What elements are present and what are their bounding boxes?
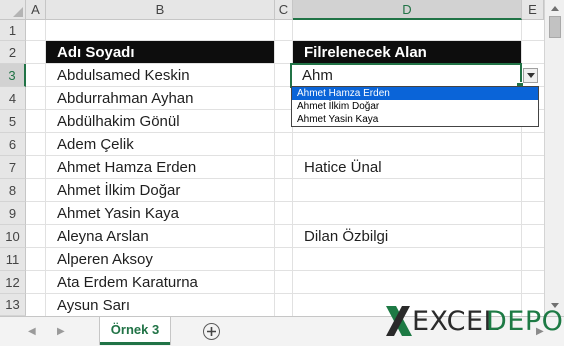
row-header-5[interactable]: 5: [0, 110, 26, 133]
column-header-a[interactable]: A: [26, 0, 46, 20]
validation-dropdown-list: Ahmet Hamza Erden Ahmet İlkim Doğar Ahme…: [291, 86, 539, 127]
logo-x-icon: [386, 306, 412, 336]
row-header-12[interactable]: 12: [0, 271, 26, 294]
name-cell[interactable]: Aysun Sarı: [57, 294, 130, 316]
logo-text-depo: DEPO: [486, 306, 564, 337]
chevron-down-icon: [526, 73, 535, 78]
spreadsheet: A B C D E 1 2 3 4 5 6 7 8 9 10 11 12 13 …: [0, 0, 564, 346]
row-header-10[interactable]: 10: [0, 225, 26, 248]
column-header-b[interactable]: B: [46, 0, 275, 20]
name-cell[interactable]: Abdurrahman Ayhan: [57, 87, 194, 109]
tab-scroll-left-icon[interactable]: ◀: [28, 326, 36, 337]
gridline: [45, 20, 46, 316]
row-header-8[interactable]: 8: [0, 179, 26, 202]
sheet-tab-active[interactable]: Örnek 3: [100, 317, 170, 345]
dropdown-option[interactable]: Ahmet Yasin Kaya: [292, 113, 538, 126]
select-all-corner[interactable]: [0, 0, 26, 20]
name-cell[interactable]: Ahmet Yasin Kaya: [57, 202, 179, 224]
exceldepo-logo: EXCEL DEPO: [384, 302, 563, 342]
name-cell[interactable]: Ahmet Hamza Erden: [57, 156, 196, 178]
validation-dropdown-button[interactable]: [523, 68, 538, 83]
tab-scroll-right-icon[interactable]: ▶: [57, 326, 65, 337]
vertical-scrollbar[interactable]: [544, 0, 564, 316]
active-cell-input[interactable]: Ahm: [290, 63, 524, 90]
name-cell[interactable]: Ahmet İlkim Doğar: [57, 179, 180, 201]
column-header-e[interactable]: E: [522, 0, 544, 20]
scroll-up-icon[interactable]: [549, 3, 561, 13]
plus-icon: [207, 327, 216, 336]
gridline: [274, 20, 275, 316]
scrollbar-thumb[interactable]: [549, 16, 561, 38]
column-header-d[interactable]: D: [293, 0, 522, 20]
row-header-11[interactable]: 11: [0, 248, 26, 271]
row-header-13[interactable]: 13: [0, 294, 26, 316]
dropdown-option[interactable]: Ahmet İlkim Doğar: [292, 100, 538, 113]
filter-cell-d10[interactable]: Dilan Özbilgi: [304, 225, 388, 247]
row-header-7[interactable]: 7: [0, 156, 26, 179]
name-cell[interactable]: Abdülhakim Gönül: [57, 110, 180, 132]
header-name-column[interactable]: Adı Soyadı: [46, 41, 274, 63]
row-header-9[interactable]: 9: [0, 202, 26, 225]
dropdown-option[interactable]: Ahmet Hamza Erden: [292, 87, 538, 100]
column-header-c[interactable]: C: [275, 0, 293, 20]
header-filter-column[interactable]: Filrelenecek Alan: [293, 41, 521, 63]
row-header-1[interactable]: 1: [0, 20, 26, 41]
name-cell[interactable]: Ata Erdem Karaturna: [57, 271, 198, 293]
row-header-6[interactable]: 6: [0, 133, 26, 156]
name-cell[interactable]: Abdulsamed Keskin: [57, 64, 190, 86]
filter-cell-d7[interactable]: Hatice Ünal: [304, 156, 382, 178]
row-header-2[interactable]: 2: [0, 41, 26, 64]
name-cell[interactable]: Adem Çelik: [57, 133, 134, 155]
row-header-3[interactable]: 3: [0, 64, 26, 87]
name-cell[interactable]: Alperen Aksoy: [57, 248, 153, 270]
name-cell[interactable]: Aleyna Arslan: [57, 225, 149, 247]
add-sheet-button[interactable]: [203, 323, 220, 340]
row-header-4[interactable]: 4: [0, 87, 26, 110]
